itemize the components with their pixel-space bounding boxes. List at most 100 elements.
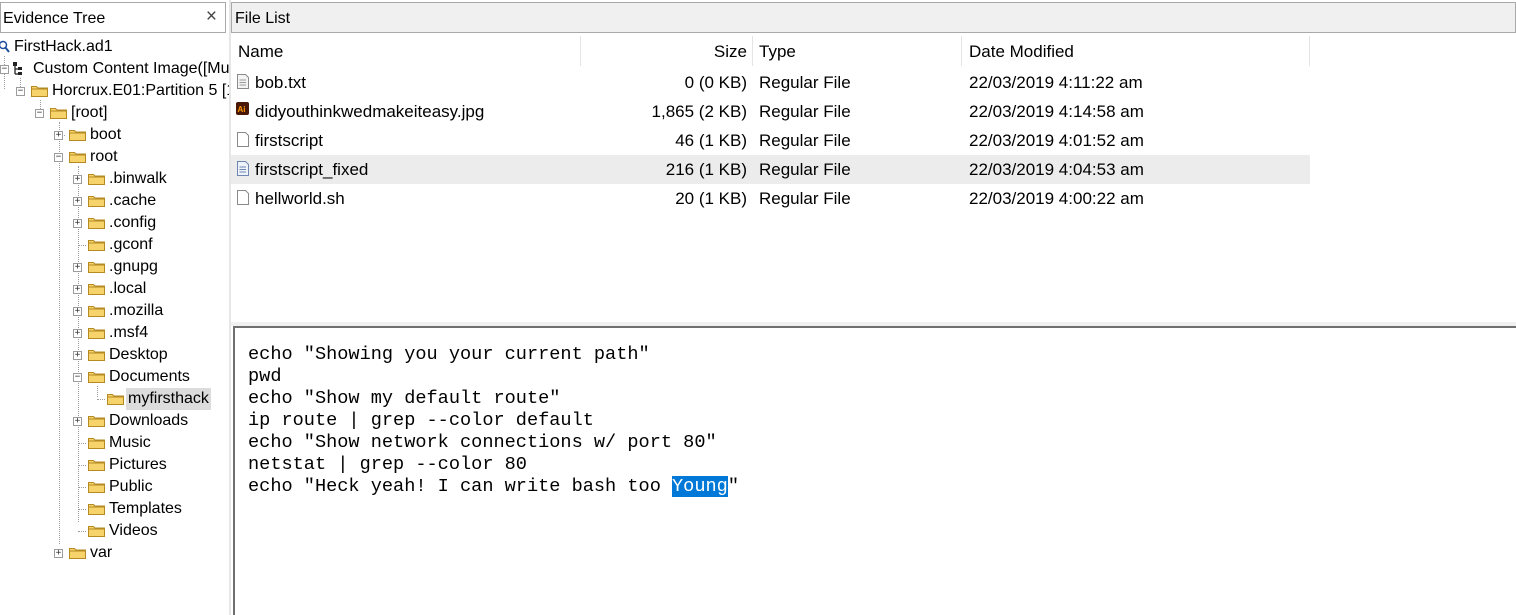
file-date-modified: 22/03/2019 4:01:52 am	[969, 131, 1144, 150]
collapse-icon[interactable]: −	[0, 65, 9, 74]
file-row[interactable]: bob.txt 0 (0 KB) Regular File 22/03/2019…	[231, 68, 1310, 97]
tree-item-cache[interactable]: + .cache	[0, 190, 229, 212]
tree-item-label: .mozilla	[109, 302, 164, 319]
folder-open-icon	[88, 372, 105, 383]
tree-item-label: .binwalk	[109, 170, 167, 187]
tree-item-local[interactable]: + .local	[0, 278, 229, 300]
file-name: hellworld.sh	[255, 189, 345, 208]
file-content-viewer[interactable]: echo "Showing you your current path" pwd e…	[233, 326, 1516, 615]
folder-icon	[88, 482, 105, 493]
svg-text:Ai: Ai	[238, 105, 246, 114]
tree-item-label: .local	[109, 280, 147, 297]
file-row-selected[interactable]: firstscript_fixed 216 (1 KB) Regular Fil…	[231, 155, 1310, 184]
tree-item-label: Templates	[109, 500, 182, 517]
tree-item-msf4[interactable]: + .msf4	[0, 322, 229, 344]
expand-icon[interactable]: +	[73, 263, 82, 272]
tree-item-firsthack[interactable]: FirstHack.ad1	[0, 36, 229, 58]
tree-item-root[interactable]: − root	[0, 146, 229, 168]
folder-icon	[31, 86, 48, 97]
file-list: Name Size Type Date Modified bob.txt 0 (…	[231, 33, 1516, 322]
folder-icon	[69, 548, 86, 559]
code-line: echo "Showing you your current path"	[248, 344, 650, 365]
expand-icon[interactable]: +	[73, 197, 82, 206]
tree-item-config[interactable]: + .config	[0, 212, 229, 234]
folder-icon	[88, 438, 105, 449]
tree-item-label: Desktop	[109, 346, 168, 363]
selected-text[interactable]: Young	[672, 476, 728, 497]
file-date-modified: 22/03/2019 4:14:58 am	[969, 102, 1144, 121]
folder-icon	[69, 130, 86, 141]
evidence-database-icon	[0, 40, 10, 53]
tree-item-myfirsthack[interactable]: myfirsthack	[0, 388, 229, 410]
image-tree-icon	[13, 62, 22, 75]
file-type: Regular File	[759, 102, 851, 121]
tree-item-downloads[interactable]: + Downloads	[0, 410, 229, 432]
expand-icon[interactable]: +	[73, 417, 82, 426]
tree-item-public[interactable]: Public	[0, 476, 229, 498]
expand-icon[interactable]: +	[54, 549, 63, 558]
tree-item-label: .gconf	[109, 236, 153, 253]
folder-icon	[88, 526, 105, 537]
expand-icon[interactable]: +	[73, 329, 82, 338]
column-header-name[interactable]: Name	[238, 33, 578, 66]
tree-item-root-bracket[interactable]: − [root]	[0, 102, 229, 124]
file-row[interactable]: hellworld.sh 20 (1 KB) Regular File 22/0…	[231, 184, 1310, 213]
tree-item-templates[interactable]: Templates	[0, 498, 229, 520]
file-size: 46 (1 KB)	[675, 131, 747, 150]
folder-icon	[88, 218, 105, 229]
tree-item-boot[interactable]: + boot	[0, 124, 229, 146]
tree-item-gconf[interactable]: .gconf	[0, 234, 229, 256]
collapse-icon[interactable]: −	[35, 109, 44, 118]
expand-icon[interactable]: +	[73, 351, 82, 360]
file-name: firstscript	[255, 131, 323, 150]
tree-item-horcrux-partition[interactable]: − Horcrux.E01:Partition 5 [1	[0, 80, 229, 102]
collapse-icon[interactable]: −	[16, 87, 25, 96]
file-content-text[interactable]: echo "Showing you your current path" pwd e…	[248, 344, 739, 498]
tree-item-binwalk[interactable]: + .binwalk	[0, 168, 229, 190]
code-line: netstat | grep --color 80	[248, 454, 527, 475]
code-line: ip route | grep --color default	[248, 410, 594, 431]
tree-item-documents[interactable]: − Documents	[0, 366, 229, 388]
file-date-modified: 22/03/2019 4:04:53 am	[969, 160, 1144, 179]
code-line-last: echo "Heck yeah! I can write bash too Yo…	[248, 476, 739, 498]
tree-item-var[interactable]: + var	[0, 542, 229, 564]
tree-item-label: Downloads	[109, 412, 189, 429]
tree-item-videos[interactable]: Videos	[0, 520, 229, 542]
column-header-type[interactable]: Type	[759, 33, 959, 66]
folder-open-icon	[50, 108, 67, 119]
expand-icon[interactable]: +	[73, 307, 82, 316]
file-size: 216 (1 KB)	[665, 160, 747, 179]
blank-file-icon	[237, 132, 249, 147]
expand-icon[interactable]: +	[73, 285, 82, 294]
file-row[interactable]: firstscript 46 (1 KB) Regular File 22/03…	[231, 126, 1310, 155]
file-type: Regular File	[759, 189, 851, 208]
collapse-icon[interactable]: −	[73, 373, 82, 382]
collapse-icon[interactable]: −	[54, 153, 63, 162]
tree-item-label: Custom Content Image([Mu	[33, 60, 229, 77]
file-type: Regular File	[759, 131, 851, 150]
file-type: Regular File	[759, 73, 851, 92]
file-size: 0 (0 KB)	[684, 73, 747, 92]
blank-file-icon	[237, 190, 249, 205]
expand-icon[interactable]: +	[54, 131, 63, 140]
evidence-tree-panel: Evidence Tree × FirstHack.ad1 − Custom C…	[0, 0, 229, 615]
folder-icon	[88, 174, 105, 185]
close-icon[interactable]: ×	[206, 6, 217, 28]
tree-item-desktop[interactable]: + Desktop	[0, 344, 229, 366]
evidence-tree-header: Evidence Tree ×	[0, 2, 226, 33]
file-list-header: File List	[231, 2, 1516, 33]
column-header-size[interactable]: Size	[581, 33, 747, 66]
tree-item-gnupg[interactable]: + .gnupg	[0, 256, 229, 278]
file-row[interactable]: Ai didyouthinkwedmakeiteasy.jpg 1,865 (2…	[231, 97, 1310, 126]
code-line: pwd	[248, 366, 282, 387]
evidence-tree: FirstHack.ad1 − Custom Content Image([Mu…	[0, 36, 229, 615]
tree-item-music[interactable]: Music	[0, 432, 229, 454]
folder-icon	[88, 350, 105, 361]
column-header-date-modified[interactable]: Date Modified	[969, 33, 1269, 66]
expand-icon[interactable]: +	[73, 175, 82, 184]
tree-item-pictures[interactable]: Pictures	[0, 454, 229, 476]
expand-icon[interactable]: +	[73, 219, 82, 228]
tree-item-mozilla[interactable]: + .mozilla	[0, 300, 229, 322]
file-size: 20 (1 KB)	[675, 189, 747, 208]
tree-item-custom-content-image[interactable]: − Custom Content Image([Mu	[0, 58, 229, 80]
